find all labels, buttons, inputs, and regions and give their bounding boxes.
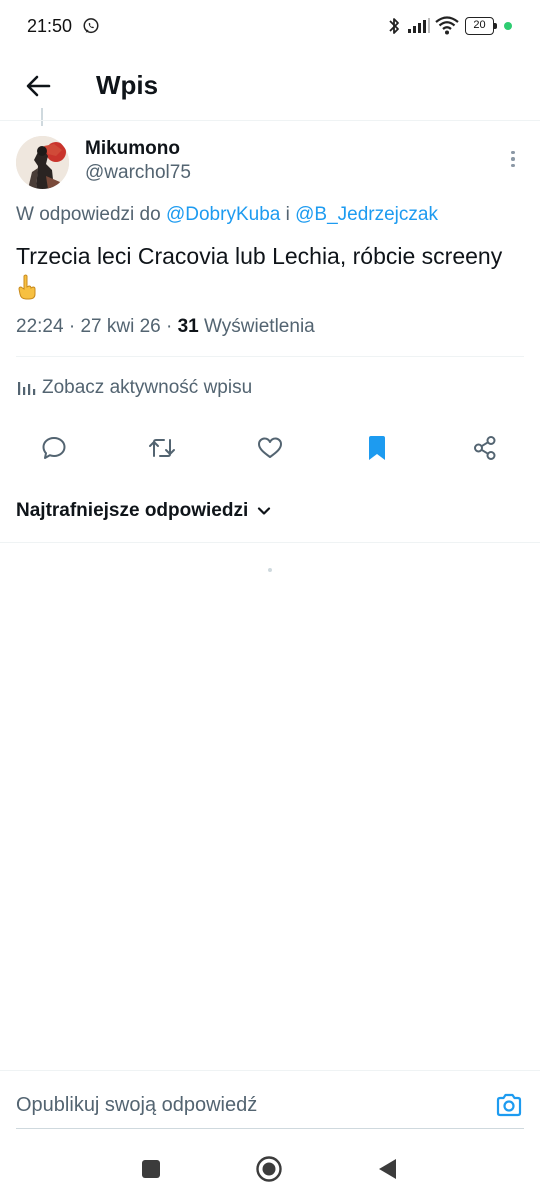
sort-label: Najtrafniejsze odpowiedzi	[16, 500, 249, 521]
sort-divider	[0, 542, 540, 543]
author-handle[interactable]: @warchol75	[85, 162, 191, 184]
composer-underline	[16, 1128, 524, 1129]
whatsapp-icon	[83, 18, 99, 34]
avatar-image	[16, 136, 69, 189]
composer-divider	[0, 1070, 540, 1071]
activity-label: Zobacz aktywność wpisu	[42, 377, 253, 398]
reply-prefix: W odpowiedzi do	[16, 204, 161, 225]
bookmark-button[interactable]	[357, 428, 397, 468]
reply-icon	[42, 437, 66, 459]
tweet-body: Trzecia leci Cracovia lub Lechia, róbcie…	[16, 243, 503, 269]
recents-button[interactable]	[136, 1154, 166, 1184]
home-button[interactable]	[254, 1154, 284, 1184]
battery-level: 20	[465, 17, 494, 35]
chevron-down-icon	[258, 507, 271, 515]
tweet-actions	[0, 428, 540, 468]
post-activity-link[interactable]: Zobacz aktywność wpisu	[16, 374, 252, 402]
camera-icon	[496, 1093, 522, 1117]
mention-link-1[interactable]: @DobryKuba	[166, 204, 280, 225]
share-icon	[474, 436, 496, 460]
status-dot	[504, 22, 512, 30]
reply-button[interactable]	[34, 428, 74, 468]
arrow-left-icon	[26, 75, 51, 97]
back-button[interactable]	[20, 68, 56, 104]
retweet-icon	[149, 439, 175, 457]
replies-sort-dropdown[interactable]: Najtrafniejsze odpowiedzi	[16, 496, 272, 526]
tweet-time: 22:24	[16, 316, 64, 337]
avatar[interactable]	[16, 136, 69, 189]
tweet-date: 27 kwi 26	[80, 316, 161, 337]
reply-context: W odpowiedzi do @DobryKuba i @B_Jedrzejc…	[16, 204, 438, 226]
tweet-text: Trzecia leci Cracovia lub Lechia, róbcie…	[16, 240, 516, 306]
back-nav-button[interactable]	[372, 1154, 402, 1184]
camera-button[interactable]	[494, 1090, 524, 1120]
square-icon	[142, 1160, 160, 1178]
wifi-icon	[435, 16, 459, 35]
page-title: Wpis	[96, 70, 159, 100]
views-label: Wyświetlenia	[204, 316, 315, 337]
header: Wpis	[0, 56, 540, 120]
more-options-button[interactable]	[502, 148, 524, 170]
reply-composer[interactable]: Opublikuj swoją odpowiedź	[16, 1086, 524, 1126]
reply-input[interactable]: Opublikuj swoją odpowiedź	[16, 1094, 257, 1117]
circle-icon	[256, 1156, 282, 1182]
pointing-up-hand-emoji	[18, 274, 36, 300]
more-vertical-icon	[511, 150, 515, 155]
signal-icon	[408, 18, 430, 33]
tweet-meta: 22:24 · 27 kwi 26 · 31 Wyświetlenia	[16, 316, 315, 338]
like-button[interactable]	[250, 428, 290, 468]
mention-link-2[interactable]: @B_Jedrzejczak	[295, 204, 438, 225]
status-bar: 21:50 20	[0, 0, 540, 56]
share-button[interactable]	[465, 428, 505, 468]
system-nav-bar	[0, 1140, 540, 1200]
triangle-back-icon	[379, 1159, 396, 1179]
meta-divider	[16, 356, 524, 357]
retweet-button[interactable]	[142, 428, 182, 468]
reply-conjunction: i	[285, 204, 290, 225]
meta-separator: ·	[68, 316, 76, 337]
header-divider	[0, 120, 540, 121]
bookmark-icon	[369, 436, 385, 460]
analytics-icon	[18, 382, 36, 395]
status-time: 21:50	[27, 16, 73, 36]
battery-icon: 20	[465, 17, 497, 35]
like-icon	[258, 437, 282, 458]
thread-line	[41, 108, 43, 126]
author-name[interactable]: Mikumono	[85, 138, 180, 160]
views-count: 31	[177, 316, 199, 337]
loading-indicator	[268, 568, 272, 572]
bluetooth-icon	[389, 18, 399, 34]
meta-separator: ·	[166, 316, 173, 337]
